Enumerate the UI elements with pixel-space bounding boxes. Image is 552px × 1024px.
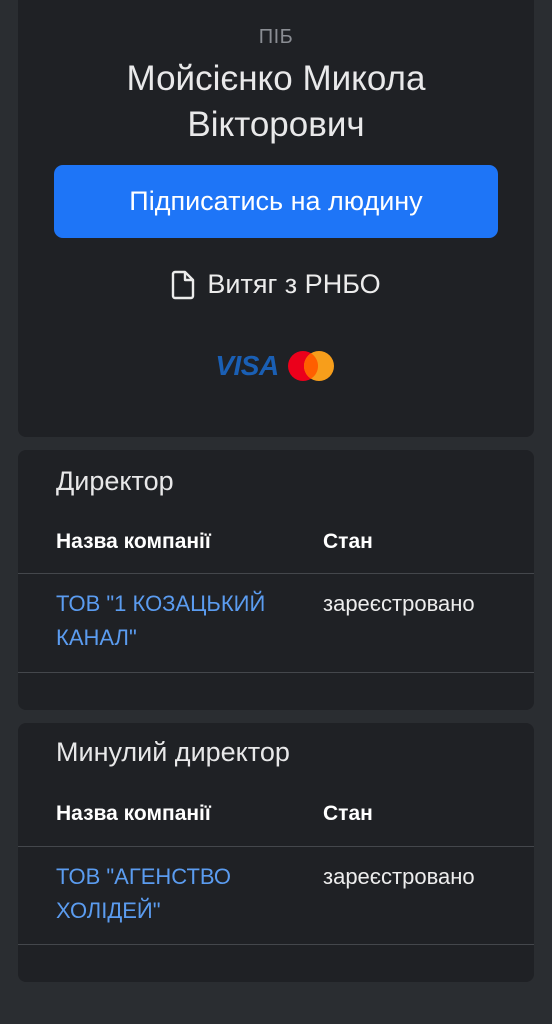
column-header-status: Стан — [323, 530, 373, 553]
section-title: Минулий директор — [56, 737, 290, 767]
name-label: ПІБ — [258, 26, 294, 48]
profile-card: ПІБ Мойсієнко Микола Вікторович Підписат… — [18, 0, 534, 437]
table-divider — [18, 573, 534, 574]
extract-link[interactable]: Витяг з РНБО — [18, 269, 534, 300]
visa-logo: VISA — [215, 350, 279, 381]
table-divider — [18, 672, 534, 673]
subscribe-button[interactable]: Підписатись на людину — [54, 165, 498, 238]
company-status: зареєстровано — [323, 864, 475, 889]
company-link[interactable]: ТОВ "АГЕНСТВО ХОЛІДЕЙ" — [56, 860, 296, 928]
document-icon — [171, 270, 195, 300]
company-status: зареєстровано — [323, 591, 475, 616]
company-link[interactable]: ТОВ "1 КОЗАЦЬКИЙ КАНАЛ" — [56, 587, 296, 655]
column-header-status: Стан — [323, 802, 373, 825]
column-header-company: Назва компанії — [56, 802, 211, 825]
director-card: Директор Назва компанії Стан ТОВ "1 КОЗА… — [18, 450, 534, 710]
extract-label: Витяг з РНБО — [207, 269, 381, 299]
section-title: Директор — [56, 466, 174, 496]
person-name: Мойсієнко Микола Вікторович — [126, 59, 426, 144]
column-header-company: Назва компанії — [56, 530, 211, 553]
page: ПІБ Мойсієнко Микола Вікторович Підписат… — [0, 0, 552, 1024]
mastercard-icon — [285, 350, 337, 382]
past-director-card: Минулий директор Назва компанії Стан ТОВ… — [18, 723, 534, 982]
payment-logos: VISA — [18, 350, 534, 382]
table-divider — [18, 944, 534, 945]
table-divider — [18, 846, 534, 847]
